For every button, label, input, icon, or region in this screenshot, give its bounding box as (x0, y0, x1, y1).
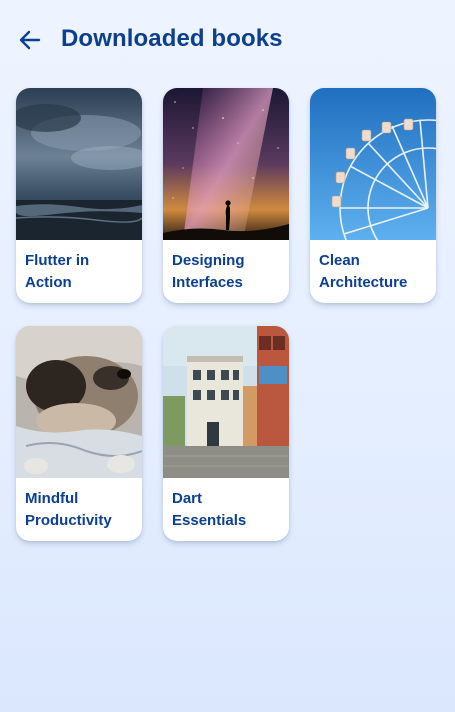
book-card[interactable]: Clean Architecture (310, 88, 436, 303)
book-cover-image (310, 88, 436, 240)
book-grid: Flutter in Action Designing Interfaces C… (16, 88, 436, 541)
page-title: Downloaded books (61, 25, 283, 52)
book-cover-image (16, 88, 142, 240)
app-bar: Downloaded books (0, 0, 455, 80)
book-card[interactable]: Mindful Productivity (16, 326, 142, 541)
book-card[interactable]: Dart Essentials (163, 326, 289, 541)
book-title: Clean Architecture (319, 252, 408, 291)
book-title: Dart Essentials (172, 490, 247, 529)
arrow-left-icon (19, 30, 41, 50)
book-cover-image (16, 326, 142, 478)
book-title: Flutter in Action (25, 252, 90, 291)
book-title: Mindful Productivity (25, 490, 112, 529)
back-button[interactable] (16, 26, 44, 54)
book-title: Designing Interfaces (172, 252, 245, 291)
book-cover-image (163, 88, 289, 240)
book-card[interactable]: Designing Interfaces (163, 88, 289, 303)
book-cover-image (163, 326, 289, 478)
book-card[interactable]: Flutter in Action (16, 88, 142, 303)
